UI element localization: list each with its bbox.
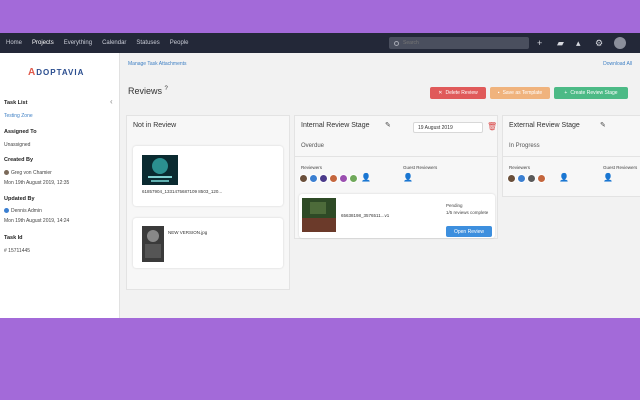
reviewer-avatars [299,174,359,183]
file-card[interactable]: 61857904_1331475687109 8503_120... [133,146,283,206]
folder-icon[interactable]: ▰ [557,38,564,48]
delete-review-button[interactable]: ✕ Delete Review [430,87,486,99]
nav-calendar[interactable]: Calendar [102,40,126,46]
file-thumbnail [142,155,178,185]
updated-label: Updated By [4,196,35,202]
add-guest-icon[interactable]: 👤 [403,173,413,182]
avatar[interactable] [349,174,358,183]
column-header: Not in Review [133,122,177,129]
trash-icon: ✕ [438,90,443,96]
stage-status: Overdue [301,143,325,149]
add-reviewer-icon[interactable]: 👤 [361,173,371,182]
assigned-label: Assigned To [4,129,37,135]
plus-icon: + [564,90,568,96]
column-header: External Review Stage [509,122,580,129]
reviewers-label: Reviewers [301,165,323,170]
created-date: Mon 19th August 2019, 12:35 [4,180,70,186]
avatar[interactable] [537,174,546,183]
help-icon[interactable]: ? [165,86,168,92]
nav-projects[interactable]: Projects [32,40,54,46]
logo: ADOPTAVIA [28,67,85,78]
collapse-icon[interactable]: ‹ [110,97,113,106]
column-header: Internal Review Stage [301,122,370,129]
add-guest-icon[interactable]: 👤 [603,173,613,182]
pencil-icon[interactable]: ✎ [385,121,391,129]
reviewer-avatars [507,174,547,183]
task-id-value: # 15711445 [4,248,31,254]
file-name: 65638198_3576511...v1 [341,213,390,218]
review-status: Pending [446,203,463,208]
avatar [4,208,9,214]
avatar[interactable] [507,174,516,183]
task-id-label: Task Id [4,235,23,241]
task-list-link[interactable]: Testing Zone [4,113,33,119]
updated-user: Dennis Admin [4,208,42,214]
file-name: NEW VERSION.jpg [168,230,208,235]
avatar[interactable] [517,174,526,183]
page-title: Reviews ? [128,86,168,96]
due-date-field[interactable]: 19 August 2019 [413,122,483,133]
assigned-value: Unassigned [4,142,31,148]
gear-icon[interactable]: ⚙ [595,38,603,48]
stage-status: In Progress [509,143,540,149]
search-box[interactable] [389,37,529,49]
column-external-review: External Review Stage ✎ In Progress Revi… [502,115,640,197]
avatar[interactable] [527,174,536,183]
top-nav: Home Projects Everything Calendar Status… [0,33,640,53]
nav-everything[interactable]: Everything [64,40,92,46]
add-reviewer-icon[interactable]: 👤 [559,173,569,182]
plus-icon[interactable]: + [537,38,542,48]
save-icon: ▪ [497,90,500,96]
search-icon [394,40,399,46]
search-input[interactable] [403,40,513,46]
nav-home[interactable]: Home [6,40,22,46]
file-name: 61857904_1331475687109 8503_120... [142,189,223,194]
nav-people[interactable]: People [170,40,189,46]
download-all-link[interactable]: Download All [603,61,632,67]
avatar[interactable] [319,174,328,183]
review-progress: 1/5 reviews complete [446,210,489,215]
task-list-label: Task List [4,100,28,106]
sidebar: ADOPTAVIA ‹ Task List Testing Zone Assig… [0,53,120,318]
avatar[interactable] [299,174,308,183]
updated-date: Mon 19th August 2019, 14:24 [4,218,70,224]
review-file-card[interactable]: 65638198_3576511...v1 Pending 1/5 review… [299,194,495,238]
save-template-button[interactable]: ▪ Save as Template [490,87,550,99]
open-review-button[interactable]: Open Review [446,226,492,237]
avatar[interactable] [329,174,338,183]
column-not-in-review: Not in Review 61857904_1331475687109 850… [126,115,290,290]
column-internal-review: Internal Review Stage ✎ 19 August 2019 🗑… [294,115,498,239]
pencil-icon[interactable]: ✎ [600,121,606,129]
main-content: Manage Task Attachments Download All Rev… [120,53,640,318]
avatar [4,170,9,176]
avatar[interactable] [309,174,318,183]
file-card[interactable]: NEW VERSION.jpg [133,218,283,268]
created-user: Greg von Chamier [4,170,52,176]
manage-attachments-link[interactable]: Manage Task Attachments [128,61,187,67]
create-stage-button[interactable]: + Create Review Stage [554,87,628,99]
bell-icon[interactable]: ▴ [576,38,581,48]
file-thumbnail [302,198,336,232]
reviewers-label: Reviewers [509,165,531,170]
file-thumbnail [142,226,164,262]
trash-icon[interactable]: 🗑 [487,122,497,131]
avatar[interactable] [339,174,348,183]
nav-statuses[interactable]: Statuses [136,40,159,46]
guest-reviewers-label: Guest Reviewers [403,165,438,170]
created-label: Created By [4,157,34,163]
guest-reviewers-label: Guest Reviewers [603,165,638,170]
user-avatar[interactable] [614,37,626,49]
